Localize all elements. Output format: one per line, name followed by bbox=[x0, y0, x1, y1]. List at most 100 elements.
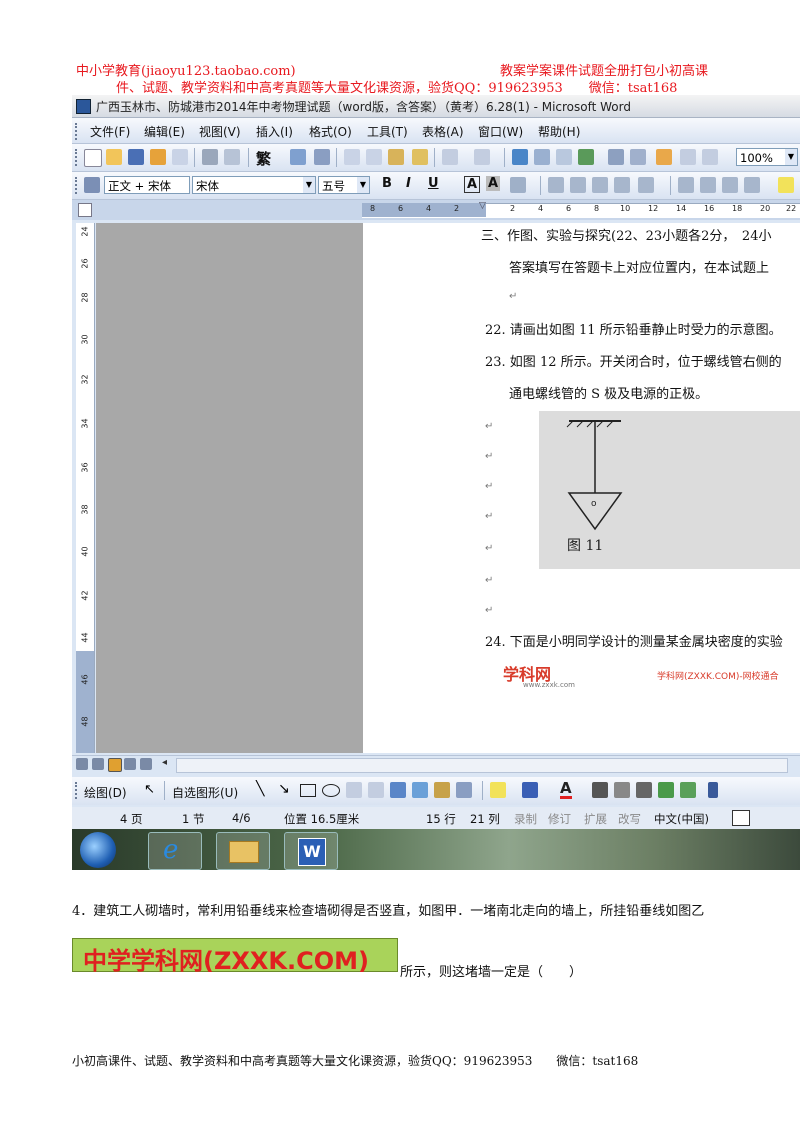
insert-table-icon[interactable] bbox=[556, 149, 572, 165]
draw-menu[interactable]: 绘图(D) bbox=[84, 784, 127, 801]
traditional-chinese-button[interactable]: 繁 bbox=[256, 148, 271, 169]
oval-tool-icon[interactable] bbox=[322, 784, 340, 797]
textbox-icon[interactable] bbox=[346, 782, 362, 798]
status-track[interactable]: 修订 bbox=[548, 811, 571, 827]
vertical-ruler[interactable]: 24 26 28 30 32 34 36 38 40 42 44 46 48 bbox=[76, 223, 95, 753]
format-painter-icon[interactable] bbox=[412, 149, 428, 165]
print-view-icon[interactable] bbox=[108, 758, 122, 772]
menu-tools[interactable]: 工具(T) bbox=[367, 123, 408, 140]
cut-icon[interactable] bbox=[344, 149, 360, 165]
rectangle-tool-icon[interactable] bbox=[300, 784, 316, 797]
drawing-icon[interactable] bbox=[630, 149, 646, 165]
hyperlink-icon[interactable] bbox=[512, 149, 528, 165]
redo-icon[interactable] bbox=[474, 149, 490, 165]
menu-window[interactable]: 窗口(W) bbox=[478, 123, 523, 140]
line-spacing-icon[interactable] bbox=[638, 177, 654, 193]
menu-table[interactable]: 表格(A) bbox=[422, 123, 464, 140]
save-icon[interactable] bbox=[128, 149, 144, 165]
style-select[interactable]: 正文 + 宋体 bbox=[104, 176, 190, 194]
word-taskbar-icon[interactable]: W bbox=[284, 832, 338, 870]
char-border-button[interactable]: A bbox=[464, 176, 481, 193]
bullets-icon[interactable] bbox=[700, 177, 716, 193]
increase-indent-icon[interactable] bbox=[744, 177, 760, 193]
line-color-icon[interactable] bbox=[522, 782, 538, 798]
arrow-style-icon[interactable] bbox=[636, 782, 652, 798]
clipart-icon[interactable] bbox=[434, 782, 450, 798]
diagram-icon[interactable] bbox=[412, 782, 428, 798]
new-document-icon[interactable] bbox=[84, 149, 102, 167]
highlight-icon[interactable] bbox=[778, 177, 794, 193]
font-select[interactable]: 宋体 ▼ bbox=[192, 176, 316, 194]
reading-view-icon[interactable] bbox=[140, 758, 152, 770]
indent-marker-icon[interactable]: ▽ bbox=[479, 201, 486, 211]
numbering-icon[interactable] bbox=[678, 177, 694, 193]
fill-color-icon[interactable] bbox=[490, 782, 506, 798]
menu-help[interactable]: 帮助(H) bbox=[538, 123, 580, 140]
scroll-left-icon[interactable]: ◂ bbox=[162, 757, 167, 768]
menu-view[interactable]: 视图(V) bbox=[199, 123, 241, 140]
phonetic-icon[interactable] bbox=[510, 177, 526, 193]
char-shading-button[interactable]: A bbox=[486, 176, 501, 191]
outline-view-icon[interactable] bbox=[124, 758, 136, 770]
bold-button[interactable]: B bbox=[382, 176, 392, 191]
horizontal-scrollbar[interactable] bbox=[176, 758, 788, 773]
insert-excel-icon[interactable] bbox=[578, 149, 594, 165]
line-style-icon[interactable] bbox=[592, 782, 608, 798]
underline-button[interactable]: U bbox=[428, 176, 439, 191]
vertical-textbox-icon[interactable] bbox=[368, 782, 384, 798]
align-right-icon[interactable] bbox=[592, 177, 608, 193]
columns-icon[interactable] bbox=[608, 149, 624, 165]
document-page[interactable]: 三、作图、实验与探究(22、23小题各2分， 24小 答案填写在答题卡上对应位置… bbox=[363, 223, 800, 753]
wordart-icon[interactable] bbox=[390, 782, 406, 798]
select-objects-icon[interactable]: ↖ bbox=[144, 782, 155, 797]
distribute-icon[interactable] bbox=[614, 177, 630, 193]
copy-icon[interactable] bbox=[366, 149, 382, 165]
tables-borders-icon[interactable] bbox=[534, 149, 550, 165]
reading-icon[interactable] bbox=[702, 149, 718, 165]
research-icon[interactable] bbox=[314, 149, 330, 165]
status-overtype[interactable]: 改写 bbox=[618, 811, 641, 827]
align-left-icon[interactable] bbox=[548, 177, 564, 193]
web-view-icon[interactable] bbox=[92, 758, 104, 770]
size-select[interactable]: 五号 ▼ bbox=[318, 176, 370, 194]
zoom-select[interactable]: 100% ▼ bbox=[736, 148, 798, 166]
document-map-icon[interactable] bbox=[656, 149, 672, 165]
line-tool-icon[interactable]: ╲ bbox=[256, 781, 264, 797]
italic-button[interactable]: I bbox=[406, 176, 411, 191]
dash-style-icon[interactable] bbox=[614, 782, 630, 798]
document-canvas[interactable]: 三、作图、实验与探究(22、23小题各2分， 24小 答案填写在答题卡上对应位置… bbox=[96, 223, 800, 753]
print-preview-icon[interactable] bbox=[224, 149, 240, 165]
paste-icon[interactable] bbox=[388, 149, 404, 165]
arrow-tool-icon[interactable]: ↘ bbox=[278, 781, 290, 797]
horizontal-ruler[interactable]: 8 6 4 2 2 4 6 8 10 12 14 16 18 20 22 ▽ bbox=[72, 200, 800, 220]
autoshapes-menu[interactable]: 自选图形(U) bbox=[172, 784, 238, 801]
menu-format[interactable]: 格式(O) bbox=[309, 123, 352, 140]
internet-explorer-icon[interactable]: e bbox=[148, 832, 202, 870]
menu-file[interactable]: 文件(F) bbox=[90, 123, 130, 140]
figure-11-image[interactable]: o 图 11 bbox=[539, 411, 800, 569]
spelling-status-icon[interactable] bbox=[732, 810, 750, 826]
undo-icon[interactable] bbox=[442, 149, 458, 165]
menu-edit[interactable]: 编辑(E) bbox=[144, 123, 185, 140]
status-record[interactable]: 录制 bbox=[514, 811, 537, 827]
shadow-icon[interactable] bbox=[658, 782, 674, 798]
font-color-icon[interactable]: A bbox=[560, 780, 572, 799]
email-icon[interactable] bbox=[172, 149, 188, 165]
picture-icon[interactable] bbox=[456, 782, 472, 798]
status-extend[interactable]: 扩展 bbox=[584, 811, 607, 827]
start-button-icon[interactable] bbox=[80, 832, 116, 868]
tab-selector-icon[interactable] bbox=[78, 203, 92, 217]
spelling-icon[interactable] bbox=[290, 149, 306, 165]
decrease-indent-icon[interactable] bbox=[722, 177, 738, 193]
align-center-icon[interactable] bbox=[570, 177, 586, 193]
toolbar-options-icon[interactable] bbox=[708, 782, 718, 798]
show-hide-icon[interactable] bbox=[680, 149, 696, 165]
styles-formatting-icon[interactable] bbox=[84, 177, 100, 193]
menu-insert[interactable]: 插入(I) bbox=[256, 123, 293, 140]
open-folder-icon[interactable] bbox=[106, 149, 122, 165]
normal-view-icon[interactable] bbox=[76, 758, 88, 770]
3d-icon[interactable] bbox=[680, 782, 696, 798]
permission-icon[interactable] bbox=[150, 149, 166, 165]
explorer-folder-icon[interactable] bbox=[216, 832, 270, 870]
print-icon[interactable] bbox=[202, 149, 218, 165]
